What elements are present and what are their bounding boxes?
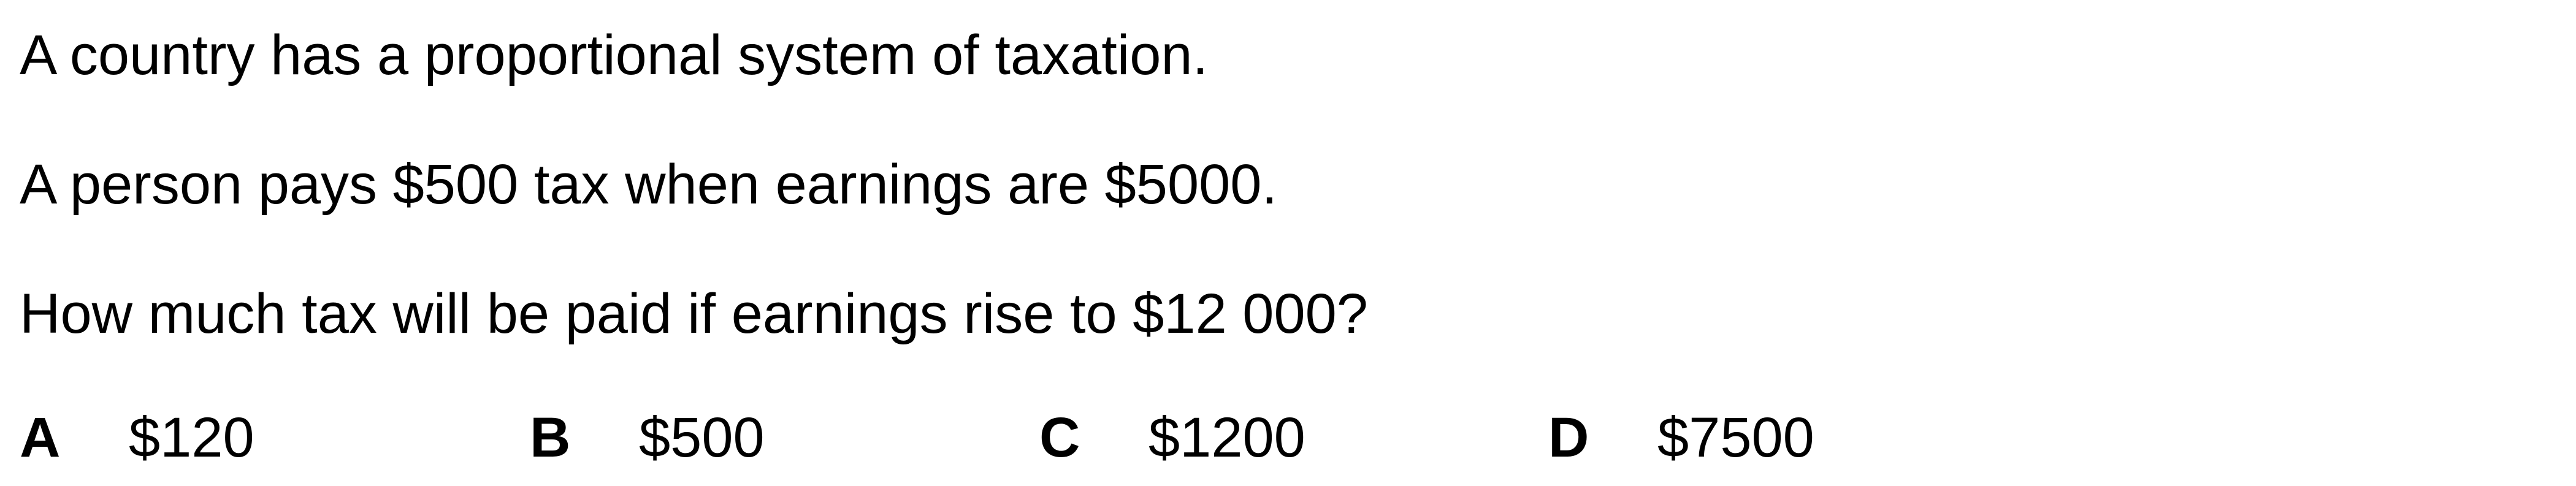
question-line-2: A person pays $500 tax when earnings are… — [20, 153, 1277, 216]
option-letter: D — [1548, 406, 1589, 469]
option-value: $1200 — [1148, 406, 1305, 469]
answer-options: A $120 B $500 C $1200 D $7500 — [0, 409, 2576, 477]
option-letter: A — [20, 406, 61, 469]
option-letter: C — [1039, 406, 1080, 469]
option-value: $500 — [639, 406, 765, 469]
option-value: $7500 — [1657, 406, 1814, 469]
option-value: $120 — [129, 406, 254, 469]
question-line-1: A country has a proportional system of t… — [20, 24, 1209, 86]
option-letter: B — [530, 406, 571, 469]
question-line-3: How much tax will be paid if earnings ri… — [20, 283, 1368, 345]
